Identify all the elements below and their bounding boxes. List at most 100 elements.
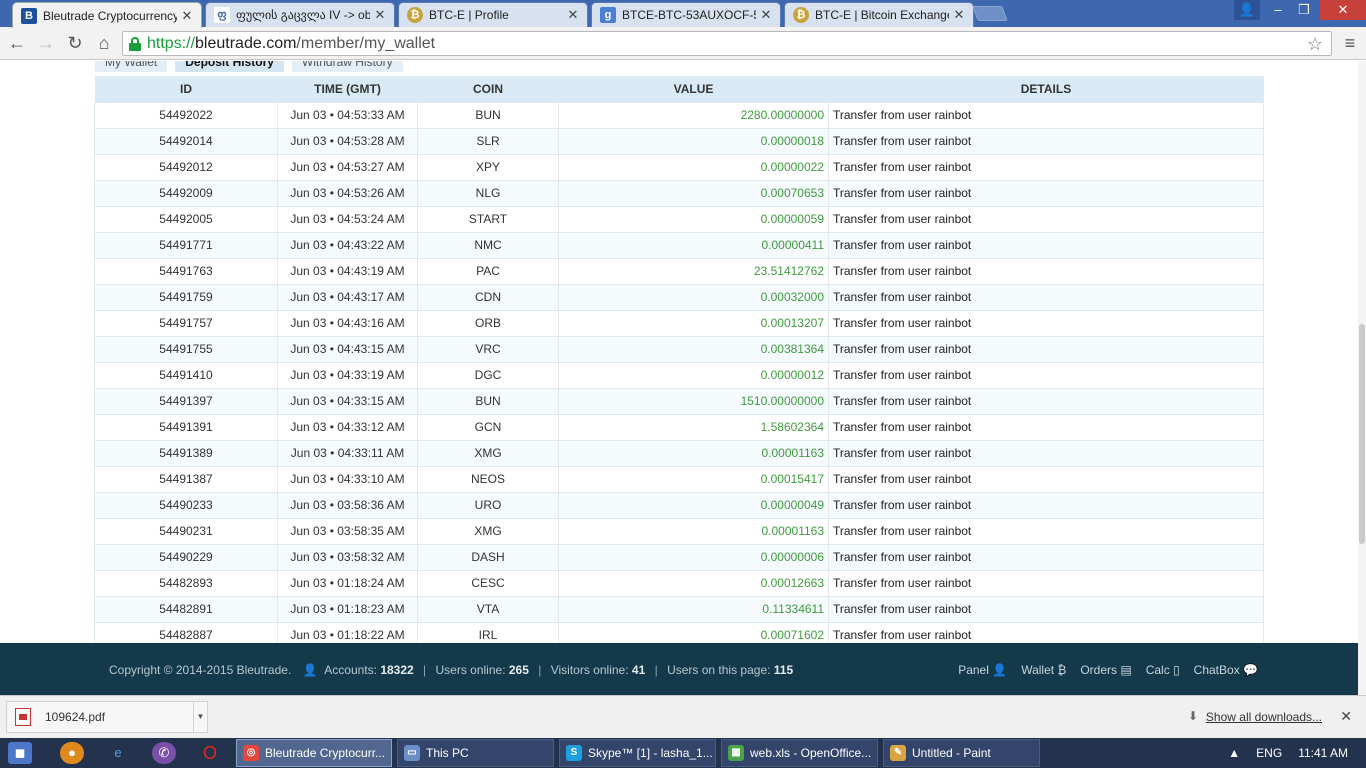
table-row: 54490231 Jun 03 • 03:58:35 AM XMG 0.0000116… — [94, 517, 1264, 544]
column-header-coin[interactable]: COIN — [417, 76, 559, 102]
cell-coin: XPY — [417, 153, 559, 180]
close-tab-icon[interactable]: ✕ — [374, 7, 386, 23]
taskbar-app-skype[interactable]: S Skype™ [1] - lasha_1... — [559, 739, 716, 767]
tab-my-wallet[interactable]: My Wallet — [95, 61, 168, 72]
close-tab-icon[interactable]: ✕ — [953, 7, 965, 23]
forward-arrow-icon[interactable]: → — [34, 32, 58, 54]
reload-icon[interactable]: ↻ — [63, 32, 87, 54]
cell-id: 54491391 — [94, 413, 278, 440]
cell-time: Jun 03 • 04:33:19 AM — [277, 361, 418, 388]
cell-id: 54482887 — [94, 621, 278, 643]
skype-icon: S — [566, 745, 582, 761]
tab-btce-code[interactable]: g BTCE-BTC-53AUXOCF-5C8 ✕ — [591, 2, 781, 27]
table-row: 54490233 Jun 03 • 03:58:36 AM URO 0.0000004… — [94, 491, 1264, 518]
taskbar-app-openoffice[interactable]: ▦ web.xls - OpenOffice... — [721, 739, 878, 767]
copyright-text: Copyright © 2014-2015 Bleutrade. — [109, 663, 292, 677]
cell-id: 54491410 — [94, 361, 278, 388]
language-indicator[interactable]: ENG — [1256, 746, 1282, 760]
cell-value: 0.00381364 — [558, 335, 829, 362]
close-tab-icon[interactable]: ✕ — [567, 7, 579, 23]
pinned-app-icon[interactable]: ● — [60, 742, 84, 764]
cell-value: 0.00000012 — [558, 361, 829, 388]
cell-id: 54492005 — [94, 205, 278, 232]
table-row: 54491397 Jun 03 • 04:33:15 AM BUN 1510.0000… — [94, 387, 1264, 414]
cell-coin: CESC — [417, 569, 559, 596]
calculator-icon: ▯ — [1173, 663, 1180, 677]
show-all-downloads-link[interactable]: Show all downloads... — [1206, 710, 1322, 724]
cell-value: 0.00071602 — [558, 621, 829, 643]
close-tab-icon[interactable]: ✕ — [760, 7, 772, 23]
footer-link-orders[interactable]: Orders ▤ — [1080, 663, 1131, 677]
cell-details: Transfer from user rainbot — [828, 153, 1264, 180]
scrollbar-thumb[interactable] — [1359, 324, 1365, 544]
show-hidden-icons-chevron-icon[interactable]: ▲ — [1228, 746, 1240, 760]
cell-time: Jun 03 • 04:53:33 AM — [277, 101, 418, 128]
column-header-time[interactable]: TIME (GMT) — [277, 76, 418, 102]
btce-favicon-icon: ₿ — [407, 7, 423, 23]
taskbar-app-paint[interactable]: ✎ Untitled - Paint — [883, 739, 1040, 767]
back-arrow-icon[interactable]: ← — [5, 32, 29, 54]
address-bar[interactable]: https://bleutrade.com/member/my_wallet ☆ — [122, 31, 1332, 56]
tab-btce-exchange[interactable]: ₿ BTC-E | Bitcoin Exchange, ✕ — [784, 2, 974, 27]
cell-details: Transfer from user rainbot — [828, 179, 1264, 206]
cell-coin: DGC — [417, 361, 559, 388]
table-row: 54482893 Jun 03 • 01:18:24 AM CESC 0.000126… — [94, 569, 1264, 596]
cell-details: Transfer from user rainbot — [828, 595, 1264, 622]
cell-coin: NLG — [417, 179, 559, 206]
cell-time: Jun 03 • 04:53:27 AM — [277, 153, 418, 180]
minimize-button[interactable]: – — [1264, 0, 1292, 20]
cell-coin: PAC — [417, 257, 559, 284]
menu-icon[interactable]: ≡ — [1338, 32, 1362, 54]
user-profile-icon[interactable]: 👤 — [1234, 0, 1260, 20]
tab-withdraw-history[interactable]: Withdraw History — [291, 61, 403, 72]
cell-details: Transfer from user rainbot — [828, 361, 1264, 388]
tab-title: BTCE-BTC-53AUXOCF-5C8 — [622, 8, 756, 22]
column-header-details[interactable]: DETAILS — [828, 76, 1264, 102]
cell-coin: BUN — [417, 387, 559, 414]
cell-coin: XMG — [417, 439, 559, 466]
close-window-button[interactable]: ✕ — [1320, 0, 1366, 20]
tab-deposit-history[interactable]: Deposit History — [175, 61, 284, 72]
tab-bleutrade[interactable]: B Bleutrade Cryptocurrency ✕ — [12, 2, 202, 28]
close-tab-icon[interactable]: ✕ — [181, 8, 193, 24]
taskbar-app-this-pc[interactable]: ▭ This PC — [397, 739, 554, 767]
page-scrollbar[interactable] — [1358, 61, 1366, 695]
wallet-subtabs: My Wallet Deposit History Withdraw Histo… — [95, 61, 403, 73]
viber-icon[interactable]: ✆ — [152, 742, 176, 764]
cell-id: 54482893 — [94, 569, 278, 596]
cell-id: 54490229 — [94, 543, 278, 570]
clock[interactable]: 11:41 AM — [1298, 746, 1348, 760]
table-row: 54492005 Jun 03 • 04:53:24 AM START 0.00000… — [94, 205, 1264, 232]
table-row: 54491759 Jun 03 • 04:43:17 AM CDN 0.0003200… — [94, 283, 1264, 310]
windows-taskbar: ◼ ● e ✆ O ◎ Bleutrade Cryptocurr... ▭ Th… — [0, 738, 1366, 768]
download-menu-chevron-icon[interactable]: ▼ — [193, 702, 207, 732]
url-text: https://bleutrade.com/member/my_wallet — [147, 34, 436, 52]
start-button-icon[interactable]: ◼ — [8, 742, 32, 764]
tab-btce-profile[interactable]: ₿ BTC-E | Profile ✕ — [398, 2, 588, 27]
taskbar-app-chrome[interactable]: ◎ Bleutrade Cryptocurr... — [236, 739, 392, 767]
bookmark-star-icon[interactable]: ☆ — [1307, 34, 1323, 55]
footer-link-wallet[interactable]: Wallet ₿ — [1021, 663, 1066, 677]
restore-button[interactable]: ❐ — [1290, 0, 1318, 20]
download-item[interactable]: 109624.pdf ▼ — [6, 701, 208, 733]
close-shelf-icon[interactable]: ✕ — [1340, 708, 1352, 725]
internet-explorer-icon[interactable]: e — [106, 742, 130, 764]
opera-icon[interactable]: O — [198, 742, 222, 764]
tab-georgian-exchange[interactable]: ფ ფულის გაცვლა IV -> ob ✕ — [205, 2, 395, 27]
cell-time: Jun 03 • 04:43:17 AM — [277, 283, 418, 310]
new-tab-button[interactable] — [972, 6, 1008, 21]
footer-link-chatbox[interactable]: ChatBox 💬 — [1194, 663, 1258, 677]
accounts-label: Accounts: — [324, 663, 377, 677]
cell-details: Transfer from user rainbot — [828, 413, 1264, 440]
tab-title: BTC-E | Profile — [429, 8, 509, 22]
cell-value: 0.00032000 — [558, 283, 829, 310]
column-header-value[interactable]: VALUE — [558, 76, 829, 102]
site-footer: Copyright © 2014-2015 Bleutrade. 👤 Accou… — [0, 643, 1358, 695]
home-icon[interactable]: ⌂ — [92, 32, 116, 54]
page-viewport: My Wallet Deposit History Withdraw Histo… — [0, 61, 1358, 643]
footer-link-panel[interactable]: Panel 👤 — [958, 663, 1007, 677]
column-header-id[interactable]: ID — [94, 76, 278, 102]
cell-coin: CDN — [417, 283, 559, 310]
footer-stats: Copyright © 2014-2015 Bleutrade. 👤 Accou… — [109, 663, 794, 677]
footer-link-calc[interactable]: Calc ▯ — [1146, 663, 1180, 677]
